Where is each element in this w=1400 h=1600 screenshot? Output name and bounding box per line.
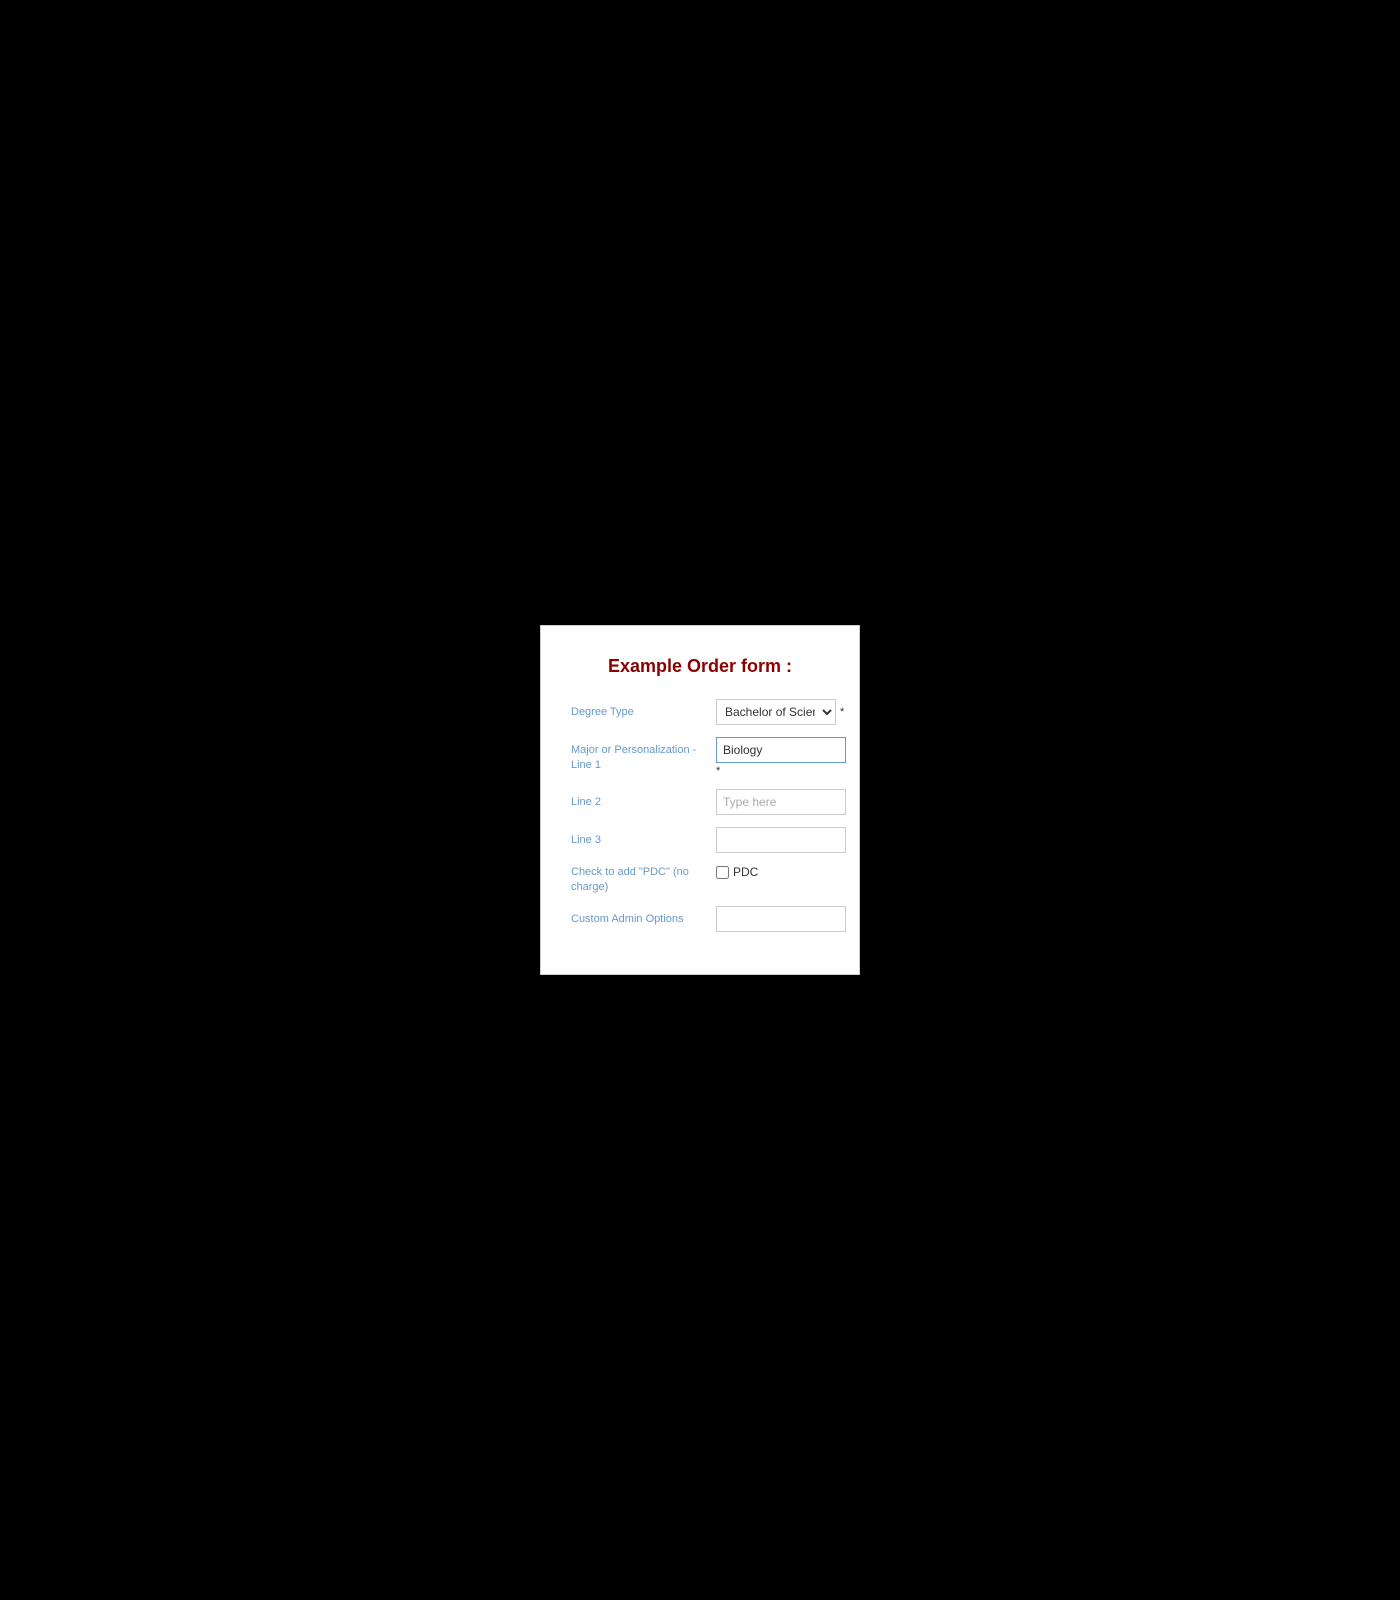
line1-input[interactable] [716,737,846,763]
line2-row: Line 2 [571,789,829,815]
form-title: Example Order form : [571,656,829,677]
pdc-row: Check to add "PDC" (no charge) PDC [571,865,829,894]
custom-admin-field-wrapper [716,906,846,932]
line3-field-wrapper [716,827,846,853]
pdc-text: PDC [733,865,758,879]
degree-type-label: Degree Type [571,699,716,719]
pdc-wrapper: PDC [716,865,758,879]
degree-select-wrapper: Bachelor of Science Master of Science Ba… [716,699,844,725]
pdc-label: Check to add "PDC" (no charge) [571,865,716,894]
line2-input[interactable] [716,789,846,815]
pdc-checkbox[interactable] [716,866,729,879]
custom-admin-input[interactable] [716,906,846,932]
degree-type-select[interactable]: Bachelor of Science Master of Science Ba… [716,699,836,725]
degree-required-star: * [840,706,844,718]
degree-type-field: Bachelor of Science Master of Science Ba… [716,699,844,725]
custom-admin-label: Custom Admin Options [571,906,716,926]
line1-label: Major or Personalization - Line 1 [571,737,716,772]
line1-required-star: * [716,765,846,777]
line2-field-wrapper [716,789,846,815]
line1-field-wrapper: * [716,737,846,777]
line3-input[interactable] [716,827,846,853]
order-form: Example Order form : Degree Type Bachelo… [540,625,860,975]
line3-label: Line 3 [571,827,716,847]
custom-admin-row: Custom Admin Options [571,906,829,932]
line2-label: Line 2 [571,789,716,809]
degree-type-row: Degree Type Bachelor of Science Master o… [571,699,829,725]
line3-row: Line 3 [571,827,829,853]
line1-row: Major or Personalization - Line 1 * [571,737,829,777]
